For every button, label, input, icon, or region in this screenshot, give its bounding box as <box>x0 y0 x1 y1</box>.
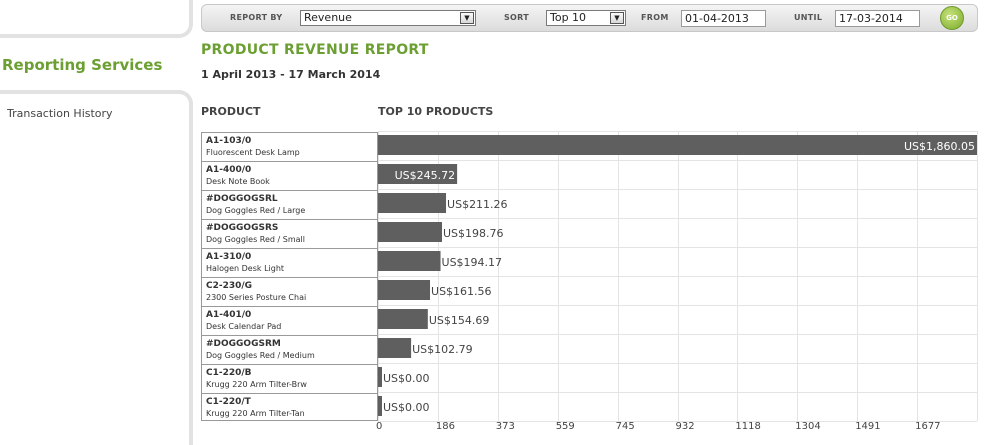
product-row: #DOGGOGSRL Dog Goggles Red / Large <box>201 190 378 219</box>
product-code: #DOGGOGSRL <box>206 194 278 204</box>
report-by-label: REPORT BY <box>230 13 283 22</box>
product-name: Krugg 220 Arm Tilter-Brw <box>206 380 307 389</box>
x-axis-tick-label: 1118 <box>735 421 761 432</box>
x-axis-tick-label: 0 <box>376 421 383 432</box>
until-label: UNTIL <box>794 13 823 22</box>
chart-bar[interactable] <box>378 135 977 155</box>
x-axis-tick-label: 932 <box>675 421 695 432</box>
product-code: C1-220/T <box>206 397 251 407</box>
product-name: Krugg 220 Arm Tilter-Tan <box>206 409 305 418</box>
product-code: A1-401/0 <box>206 310 252 320</box>
chart-bar-label: US$0.00 <box>383 372 430 385</box>
x-axis-tick-label: 373 <box>495 421 515 432</box>
product-name: Desk Note Book <box>206 177 270 186</box>
product-code: A1-310/0 <box>206 252 252 262</box>
chart-bar-label: US$211.26 <box>447 198 508 211</box>
chart-bar-label: US$1,860.05 <box>904 140 975 153</box>
chart-bar[interactable] <box>378 193 447 213</box>
chart-bar[interactable] <box>378 251 441 271</box>
product-column-header: PRODUCT <box>201 105 261 118</box>
x-axis-tick-label: 1677 <box>915 421 941 432</box>
x-axis-tick-label: 559 <box>555 421 575 432</box>
chart-bar[interactable] <box>378 280 431 300</box>
product-row: A1-103/0 Fluorescent Desk Lamp <box>201 132 378 161</box>
chart-bar-label: US$198.76 <box>443 227 504 240</box>
chart-svg: US$1,860.05 US$245.72 US$211.26 US$198.76 US… <box>378 131 978 422</box>
chart-bar[interactable] <box>378 309 428 329</box>
sidebar-section-title: Reporting Services <box>2 56 163 74</box>
product-row: #DOGGOGSRM Dog Goggles Red / Medium <box>201 335 378 364</box>
product-code: A1-103/0 <box>206 136 252 146</box>
chart-bar-label: US$102.79 <box>412 343 473 356</box>
x-axis-tick-label: 186 <box>435 421 455 432</box>
product-row: C1-220/B Krugg 220 Arm Tilter-Brw <box>201 364 378 393</box>
sort-select[interactable]: Top 10 ▼ <box>546 10 626 26</box>
sort-label: SORT <box>504 13 530 22</box>
product-name: 2300 Series Posture Chai <box>206 293 307 302</box>
from-date-input[interactable]: 01-04-2013 <box>681 10 766 27</box>
chart-bar[interactable] <box>378 222 443 242</box>
product-code: #DOGGOGSRM <box>206 339 281 349</box>
product-row: #DOGGOGSRS Dog Goggles Red / Small <box>201 219 378 248</box>
until-date-input[interactable]: 17-03-2014 <box>835 10 920 27</box>
sidebar-item-transaction-history[interactable]: Transaction History <box>7 107 113 120</box>
chart-bar-label: US$161.56 <box>431 285 492 298</box>
product-name: Desk Calendar Pad <box>206 322 282 331</box>
product-code: A1-400/0 <box>206 165 252 175</box>
report-title: PRODUCT REVENUE REPORT <box>201 42 429 58</box>
chart-bar[interactable] <box>378 338 412 358</box>
revenue-bar-chart: US$1,860.05 US$245.72 US$211.26 US$198.76 US… <box>378 131 978 422</box>
report-date-range: 1 April 2013 - 17 March 2014 <box>201 68 381 81</box>
product-name: Fluorescent Desk Lamp <box>206 148 300 157</box>
product-list: A1-103/0 Fluorescent Desk Lamp A1-400/0 De… <box>201 132 378 421</box>
product-name: Halogen Desk Light <box>206 264 285 273</box>
product-row: C1-220/T Krugg 220 Arm Tilter-Tan <box>201 393 378 421</box>
x-axis-tick-label: 1491 <box>855 421 881 432</box>
product-code: #DOGGOGSRS <box>206 223 279 233</box>
sidebar-nav-panel <box>0 90 193 445</box>
sort-value: Top 10 <box>550 11 587 24</box>
go-button[interactable]: GO <box>940 6 964 30</box>
product-row: A1-401/0 Desk Calendar Pad <box>201 306 378 335</box>
report-by-value: Revenue <box>304 11 352 24</box>
chevron-down-icon[interactable]: ▼ <box>460 12 474 24</box>
chart-bar-label: US$154.69 <box>429 314 490 327</box>
chart-column-header: TOP 10 PRODUCTS <box>378 105 494 118</box>
from-label: FROM <box>641 13 669 22</box>
chevron-down-icon[interactable]: ▼ <box>610 12 624 24</box>
chart-bar[interactable] <box>378 367 382 387</box>
chart-bar-label: US$245.72 <box>395 169 456 182</box>
product-name: Dog Goggles Red / Medium <box>206 351 315 360</box>
sidebar-top-panel <box>0 0 193 38</box>
product-row: A1-310/0 Halogen Desk Light <box>201 248 378 277</box>
product-row: A1-400/0 Desk Note Book <box>201 161 378 190</box>
chart-bar-label: US$194.17 <box>442 256 503 269</box>
product-row: C2-230/G 2300 Series Posture Chai <box>201 277 378 306</box>
report-by-select[interactable]: Revenue ▼ <box>300 10 476 26</box>
x-axis-tick-label: 745 <box>615 421 635 432</box>
product-code: C2-230/G <box>206 281 253 291</box>
product-name: Dog Goggles Red / Large <box>206 206 306 215</box>
chart-bar-label: US$0.00 <box>383 401 430 414</box>
product-name: Dog Goggles Red / Small <box>206 235 305 244</box>
x-axis-ticks: 0 186 373 559 745 932 1118 1304 1491 1677 <box>376 421 978 435</box>
report-toolbar: REPORT BY Revenue ▼ SORT Top 10 ▼ FROM 0… <box>201 4 978 32</box>
x-axis-tick-label: 1304 <box>795 421 821 432</box>
product-code: C1-220/B <box>206 368 252 378</box>
chart-bar[interactable] <box>378 396 382 416</box>
